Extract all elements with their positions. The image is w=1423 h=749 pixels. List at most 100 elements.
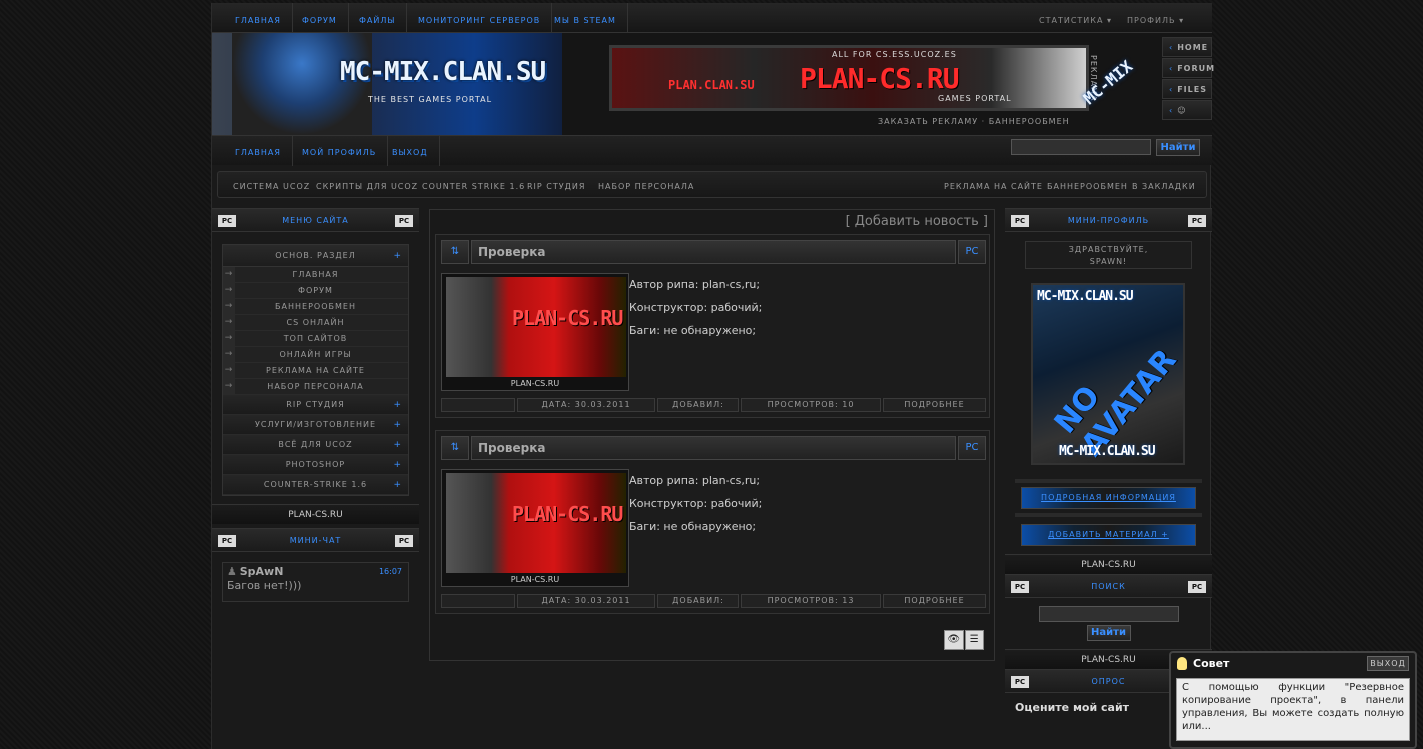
post-title-bar: ⇅ Проверка PC — [441, 240, 986, 264]
pc-badge: PC — [958, 436, 986, 460]
side-link-files[interactable]: ‹ FILES — [1162, 79, 1212, 99]
post-more-link[interactable]: Подробнее — [883, 398, 986, 412]
logo-title: MC-MIX.CLAN.SU — [340, 57, 546, 87]
ad-banner[interactable]: PLAN.CLAN.SU PLAN-CS.RU ALL FOR CS.ESS.U… — [609, 45, 1089, 111]
side-link-label: FORUM — [1177, 64, 1216, 73]
side-link-smile[interactable]: ‹ ☺ — [1162, 100, 1212, 120]
post-line: Конструктор: рабочий; — [629, 497, 763, 510]
menu-item-label: топ сайтов — [283, 334, 348, 343]
menu-cat-cs16[interactable]: counter-strike 1.6 + — [223, 475, 408, 495]
post-views: Просмотров: 10 — [741, 398, 881, 412]
menu-item-label: онлайн игры — [279, 350, 352, 359]
profile-menu[interactable]: профиль ▾ — [1116, 3, 1195, 33]
link-rip-studio[interactable]: rip студия — [527, 172, 585, 201]
usernav-profile[interactable]: мой профиль — [291, 136, 389, 166]
news-post: ⇅ Проверка PC PLAN-CS.RU PLAN-CS.RU Авто… — [435, 234, 990, 418]
link-advert[interactable]: реклама на сайте — [944, 172, 1043, 201]
list-icon[interactable]: ☰ — [964, 630, 984, 650]
site-wrapper: главная форум файлы мониторинг серверов … — [211, 3, 1216, 749]
user-icon: ♟ — [227, 565, 237, 578]
post-image-text: PLAN-CS.RU — [512, 502, 623, 526]
link-recruit[interactable]: набор персонала — [598, 172, 694, 201]
post-author[interactable]: Добавил: — [657, 594, 739, 608]
site-logo[interactable]: MC-MIX.CLAN.SU THE BEST GAMES PORTAL — [212, 33, 562, 135]
menu-item-recruit[interactable]: → набор персонала — [223, 379, 408, 395]
tip-exit-button[interactable]: выход — [1367, 656, 1409, 671]
usernav-logout[interactable]: выход — [381, 136, 440, 166]
post-image[interactable]: PLAN-CS.RU PLAN-CS.RU — [441, 273, 629, 391]
topnav-home[interactable]: главная — [224, 3, 293, 33]
top-search-input[interactable] — [1011, 139, 1151, 155]
pc-badge: PC — [1011, 215, 1029, 227]
pc-badge: PC — [218, 535, 236, 547]
topnav-steam[interactable]: мы в steam — [543, 3, 628, 33]
topnav-monitoring[interactable]: мониторинг серверов — [407, 3, 553, 33]
tip-text: С помощью функции "Резервное копирование… — [1176, 678, 1410, 741]
menu-title: меню сайта — [282, 216, 349, 225]
greeting-user[interactable]: SpAwN! — [1026, 256, 1191, 268]
menu-item-online-games[interactable]: → онлайн игры — [223, 347, 408, 363]
banner-main-text: PLAN-CS.RU — [800, 62, 960, 95]
menu-cat-label: counter-strike 1.6 — [263, 480, 368, 489]
menu-item-forum[interactable]: → форум — [223, 283, 408, 299]
link-ucoz-system[interactable]: система ucoz — [233, 172, 310, 201]
stats-menu[interactable]: статистика ▾ — [1028, 3, 1123, 33]
plus-icon: + — [393, 480, 402, 490]
usernav-home[interactable]: главная — [224, 136, 293, 166]
menu-item-advert[interactable]: → реклама на сайте — [223, 363, 408, 379]
ad-links[interactable]: ЗАКАЗАТЬ РЕКЛАМУ · БАННЕРООБМЕН — [878, 117, 1070, 126]
post-info-blank — [441, 594, 515, 608]
avatar-bot-text: MC-MIX.CLAN.SU — [1059, 444, 1156, 459]
pc-badge: PC — [958, 240, 986, 264]
side-link-forum[interactable]: ‹ FORUM — [1162, 58, 1216, 78]
side-link-home[interactable]: ‹ HOME — [1162, 37, 1212, 57]
link-bookmark[interactable]: в закладки — [1132, 172, 1196, 201]
topnav-files[interactable]: файлы — [348, 3, 408, 33]
chat-user[interactable]: SpAwN — [240, 565, 284, 578]
menu-item-label: набор персонала — [267, 382, 364, 391]
menu-item-banner[interactable]: → баннерообмен — [223, 299, 408, 315]
tip-popup: Совет выход С помощью функции "Резервное… — [1169, 651, 1417, 749]
sidebar-search-input[interactable] — [1038, 606, 1179, 622]
post-more-link[interactable]: Подробнее — [883, 594, 986, 608]
post-author[interactable]: Добавил: — [657, 398, 739, 412]
add-news-link[interactable]: [ Добавить новость ] — [846, 214, 988, 229]
avatar[interactable]: MC-MIX.CLAN.SU NO AVATAR MC-MIX.CLAN.SU — [1031, 283, 1185, 465]
sidebar-search-button[interactable]: Найти — [1086, 625, 1131, 641]
menu-item-home[interactable]: → главная — [223, 267, 408, 283]
header: MC-MIX.CLAN.SU THE BEST GAMES PORTAL PLA… — [212, 33, 1216, 135]
top-search-button[interactable]: Найти — [1156, 139, 1200, 156]
post-date: Дата: 30.03.2011 — [517, 398, 655, 412]
profile-info-button[interactable]: Подробная информация — [1021, 487, 1196, 509]
stats-label: статистика — [1039, 16, 1104, 25]
menu-item-label: cs онлайн — [286, 318, 345, 327]
topnav-forum[interactable]: форум — [291, 3, 349, 33]
menu-cat-photoshop[interactable]: photoshop + — [223, 455, 408, 475]
post-image-caption: PLAN-CS.RU — [510, 575, 560, 584]
arrow-right-icon: → — [223, 283, 235, 298]
add-material-button[interactable]: Добавить материал + — [1021, 524, 1196, 546]
menu-section-main[interactable]: основ. раздел + — [223, 245, 408, 267]
menu-item-cs-online[interactable]: → cs онлайн — [223, 315, 408, 331]
logo-tagline: THE BEST GAMES PORTAL — [368, 95, 493, 104]
post-image[interactable]: PLAN-CS.RU PLAN-CS.RU — [441, 469, 629, 587]
post-title[interactable]: Проверка — [471, 436, 956, 460]
sort-icon[interactable]: ⇅ — [441, 240, 469, 264]
menu-cat-label: rip студия — [286, 400, 345, 409]
menu-cat-services[interactable]: услуги/изготовление + — [223, 415, 408, 435]
post-body: Автор рипа: plan-cs,ru; Конструктор: раб… — [629, 273, 762, 342]
chat-header: PC мини-чат PC — [212, 528, 419, 552]
sort-icon[interactable]: ⇅ — [441, 436, 469, 460]
chat-time: 16:07 — [378, 567, 402, 576]
eye-icon[interactable]: 👁 — [944, 630, 964, 650]
link-ucoz-scripts[interactable]: скрипты для ucoz — [316, 172, 418, 201]
menu-cat-rip[interactable]: rip студия + — [223, 395, 408, 415]
link-banner-exchange[interactable]: баннерообмен — [1047, 172, 1128, 201]
divider — [1015, 513, 1202, 517]
menu-item-top-sites[interactable]: → топ сайтов — [223, 331, 408, 347]
link-cs16[interactable]: counter strike 1.6 — [422, 172, 525, 201]
menu-cat-ucoz[interactable]: всё для ucoz + — [223, 435, 408, 455]
post-line: Конструктор: рабочий; — [629, 301, 763, 314]
arrow-right-icon: → — [223, 363, 235, 378]
post-title[interactable]: Проверка — [471, 240, 956, 264]
